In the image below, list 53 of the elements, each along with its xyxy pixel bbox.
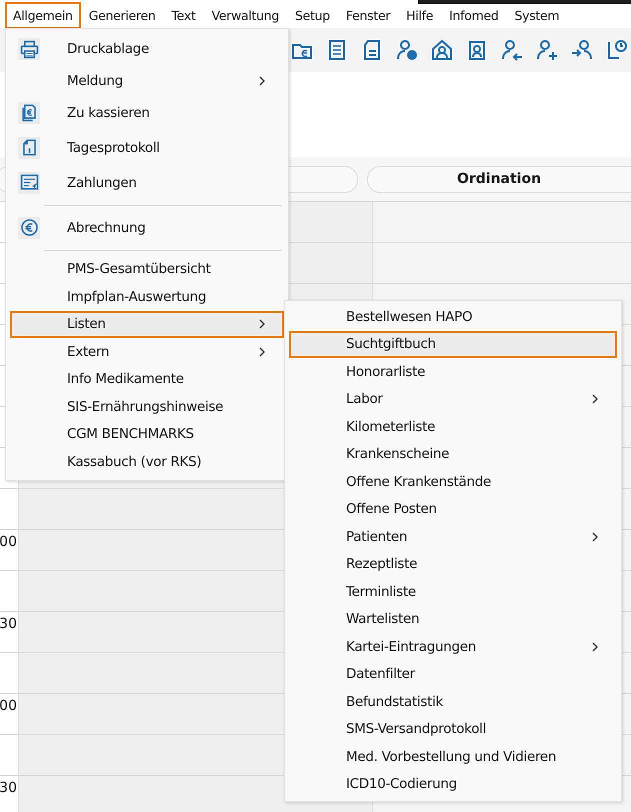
euro-circle-icon (20, 218, 38, 237)
menu-item[interactable]: Labor (289, 386, 617, 413)
time-label: 30 (0, 616, 17, 632)
menu-bar-item[interactable]: Text (163, 2, 204, 28)
menu-item[interactable]: Kartei-Eintragungen (289, 633, 617, 660)
menu-bar-item[interactable]: Setup (287, 2, 338, 28)
menu-item[interactable]: Info Medikamente (10, 366, 284, 393)
menu-item[interactable]: Patienten (289, 523, 617, 550)
menu-item[interactable]: Krankenscheine (289, 440, 617, 468)
menu-item[interactable]: Zahlungen (10, 166, 284, 200)
menu-item[interactable]: Suchtgiftbuch (289, 330, 617, 358)
menu-bar-item[interactable]: Generieren (80, 2, 164, 28)
menu-item[interactable]: Offene Krankenstände (289, 468, 617, 496)
menu-bar-item[interactable]: Hilfe (398, 2, 442, 28)
menu-bar-item[interactable]: Fenster (338, 2, 398, 28)
menu-bar-item[interactable]: Infomed (441, 2, 506, 28)
menu-item[interactable]: Terminliste (289, 578, 617, 606)
menu-item[interactable]: Impfplan-Auswertung (10, 283, 284, 310)
person-arrow-icon[interactable] (570, 38, 594, 62)
menu-item[interactable]: Listen (10, 310, 284, 338)
list-euro-icon (20, 173, 38, 192)
euro-document-icon (20, 103, 38, 122)
time-label: 30 (0, 780, 17, 796)
menu-item[interactable]: CGM BENCHMARKS (10, 420, 284, 448)
menu-item[interactable]: Bestellwesen HAPO (289, 303, 617, 330)
menu-item[interactable]: Abrechnung (10, 210, 284, 244)
menu-item[interactable]: Tagesprotokoll (10, 130, 284, 164)
menu-item[interactable]: Kilometerliste (289, 413, 617, 440)
menu-item[interactable]: Befundstatistik (289, 688, 617, 716)
menu-item[interactable]: Meldung (10, 67, 284, 94)
menu-item[interactable]: Rezeptliste (289, 550, 617, 578)
person-arrow-icon[interactable] (500, 38, 524, 62)
person-add-icon[interactable] (535, 38, 559, 62)
menu-bar-item[interactable]: System (506, 2, 568, 28)
menu-item[interactable]: Honorarliste (289, 358, 617, 386)
menu-item[interactable]: Zu kassieren (10, 96, 284, 130)
menu-item[interactable]: Med. Vorbestellung und Vidieren (289, 743, 617, 770)
column-header: Ordination (367, 166, 631, 192)
menu-item[interactable]: SMS-Versandprotokoll (289, 716, 617, 743)
menu-item[interactable]: PMS-Gesamtübersicht (10, 256, 284, 283)
time-label: 00 (0, 534, 17, 550)
menu-item[interactable]: Extern (10, 338, 284, 366)
printer-icon (20, 40, 38, 58)
menu-item[interactable]: ICD10-Codierung (289, 770, 617, 798)
menu-item[interactable]: Wartelisten (289, 606, 617, 633)
menu-item[interactable]: Datenfilter (289, 660, 617, 688)
house-person-icon[interactable] (430, 38, 454, 62)
menu-item[interactable]: Offene Posten (289, 496, 617, 523)
menu-item[interactable]: Kassabuch (vor RKS) (10, 448, 284, 476)
time-label: 00 (0, 698, 17, 714)
menu-bar-item[interactable]: Verwaltung (204, 2, 288, 28)
menu-item[interactable]: Druckablage (10, 32, 284, 66)
menu-item[interactable]: SIS-Ernährungshinweise (10, 393, 284, 420)
